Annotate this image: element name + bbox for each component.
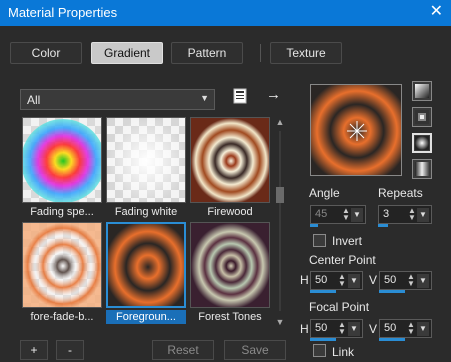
focal-point-label: Focal Point	[309, 300, 370, 314]
gradient-label: Fading spe...	[30, 206, 94, 218]
radial-style-icon[interactable]	[412, 133, 432, 153]
center-v-spinner[interactable]: 50 ▲ ▼ ▼	[379, 271, 432, 290]
center-point-label: Center Point	[309, 253, 376, 267]
scroll-down-icon[interactable]: ▼	[274, 317, 286, 327]
chevron-down-icon[interactable]: ▼	[351, 208, 363, 222]
sunburst-style-icon[interactable]	[412, 159, 432, 179]
category-dropdown-value: All	[27, 93, 41, 107]
center-v-level-bar	[379, 290, 405, 293]
gradient-thumbnail	[22, 222, 102, 308]
spin-arrows-icon[interactable]: ▲ ▼	[407, 207, 417, 222]
reset-button[interactable]: Reset	[152, 340, 214, 360]
arrow-right-icon[interactable]: →	[266, 86, 281, 103]
invert-checkbox[interactable]	[313, 234, 326, 247]
list-icon[interactable]	[232, 88, 248, 104]
spin-arrows-icon[interactable]: ▲ ▼	[337, 273, 347, 288]
gradient-preview[interactable]	[310, 84, 402, 176]
gradient-label: Forest Tones	[198, 311, 262, 323]
title-bar: Material Properties ✕	[0, 0, 451, 26]
gradient-item-fore-fade-background[interactable]: fore-fade-b...	[22, 222, 102, 323]
linear-style-icon[interactable]	[412, 81, 432, 101]
focal-h-label: H	[300, 322, 309, 336]
center-h-value: 50	[315, 274, 328, 286]
tab-gradient[interactable]: Gradient	[91, 42, 163, 64]
focal-v-label: V	[369, 322, 378, 336]
link-checkbox[interactable]	[313, 344, 326, 357]
close-icon[interactable]: ✕	[430, 3, 443, 21]
add-gradient-button[interactable]: +	[20, 340, 48, 360]
focal-v-value: 50	[384, 322, 397, 334]
gradient-item-fading-white[interactable]: Fading white	[106, 117, 186, 218]
chevron-down-icon[interactable]: ▼	[417, 274, 429, 288]
gradient-thumbnail	[106, 222, 186, 308]
rectangular-style-icon[interactable]	[412, 107, 432, 127]
angle-value: 45	[315, 208, 328, 220]
repeats-level-bar	[378, 224, 388, 227]
gradient-item-firewood[interactable]: Firewood	[190, 117, 270, 218]
gradient-item-forest-tones[interactable]: Forest Tones	[190, 222, 270, 323]
focal-v-spinner[interactable]: 50 ▲ ▼ ▼	[379, 319, 432, 338]
spin-arrows-icon[interactable]: ▲ ▼	[337, 321, 347, 336]
scrollbar-thumb[interactable]	[276, 187, 284, 203]
repeats-label: Repeats	[378, 186, 423, 200]
focal-h-level-bar	[310, 338, 336, 341]
scrollbar-track[interactable]	[279, 131, 281, 311]
gradient-thumbnail	[190, 222, 270, 308]
center-h-label: H	[300, 273, 309, 287]
spin-arrows-icon[interactable]: ▲ ▼	[406, 321, 416, 336]
center-h-spinner[interactable]: 50 ▲ ▼ ▼	[310, 271, 363, 290]
link-label: Link	[332, 345, 355, 359]
gradient-item-fading-spectrum[interactable]: Fading spe...	[22, 117, 102, 218]
save-button[interactable]: Save	[224, 340, 286, 360]
repeats-value: 3	[383, 208, 390, 220]
spin-arrows-icon[interactable]: ▲ ▼	[341, 207, 351, 222]
window-title: Material Properties	[8, 5, 118, 20]
tab-pattern[interactable]: Pattern	[171, 42, 243, 64]
tab-separator	[260, 44, 261, 62]
chevron-down-icon: ▼	[200, 93, 209, 103]
center-v-value: 50	[384, 274, 397, 286]
gradient-label: fore-fade-b...	[30, 311, 94, 323]
chevron-down-icon[interactable]: ▼	[348, 274, 360, 288]
angle-spinner[interactable]: 45 ▲ ▼ ▼	[310, 205, 366, 224]
chevron-down-icon[interactable]: ▼	[417, 322, 429, 336]
crosshair-icon	[347, 121, 367, 141]
gradient-item-foreground[interactable]: Foregroun...	[106, 222, 186, 324]
spin-arrows-icon[interactable]: ▲ ▼	[406, 273, 416, 288]
tab-texture[interactable]: Texture	[270, 42, 342, 64]
scroll-up-icon[interactable]: ▲	[274, 117, 286, 127]
gradient-label: Firewood	[207, 206, 253, 218]
center-v-label: V	[369, 273, 378, 287]
remove-gradient-button[interactable]: -	[56, 340, 84, 360]
tab-color[interactable]: Color	[10, 42, 82, 64]
focal-h-spinner[interactable]: 50 ▲ ▼ ▼	[310, 319, 363, 338]
chevron-down-icon[interactable]: ▼	[348, 322, 360, 336]
gradient-thumbnail	[190, 117, 270, 203]
category-dropdown[interactable]: All ▼	[20, 89, 215, 110]
gradient-list-scrollbar[interactable]: ▲ ▼	[274, 117, 286, 327]
chevron-down-icon[interactable]: ▼	[417, 208, 429, 222]
gradient-label: Foregroun...	[106, 310, 186, 324]
angle-label: Angle	[309, 186, 340, 200]
gradient-thumbnail	[106, 117, 186, 203]
gradient-thumbnail	[22, 117, 102, 203]
angle-level-bar	[310, 224, 318, 227]
invert-label: Invert	[332, 234, 363, 248]
focal-v-level-bar	[379, 338, 405, 341]
center-h-level-bar	[310, 290, 336, 293]
repeats-spinner[interactable]: 3 ▲ ▼ ▼	[378, 205, 432, 224]
gradient-label: Fading white	[114, 206, 178, 218]
focal-h-value: 50	[315, 322, 328, 334]
